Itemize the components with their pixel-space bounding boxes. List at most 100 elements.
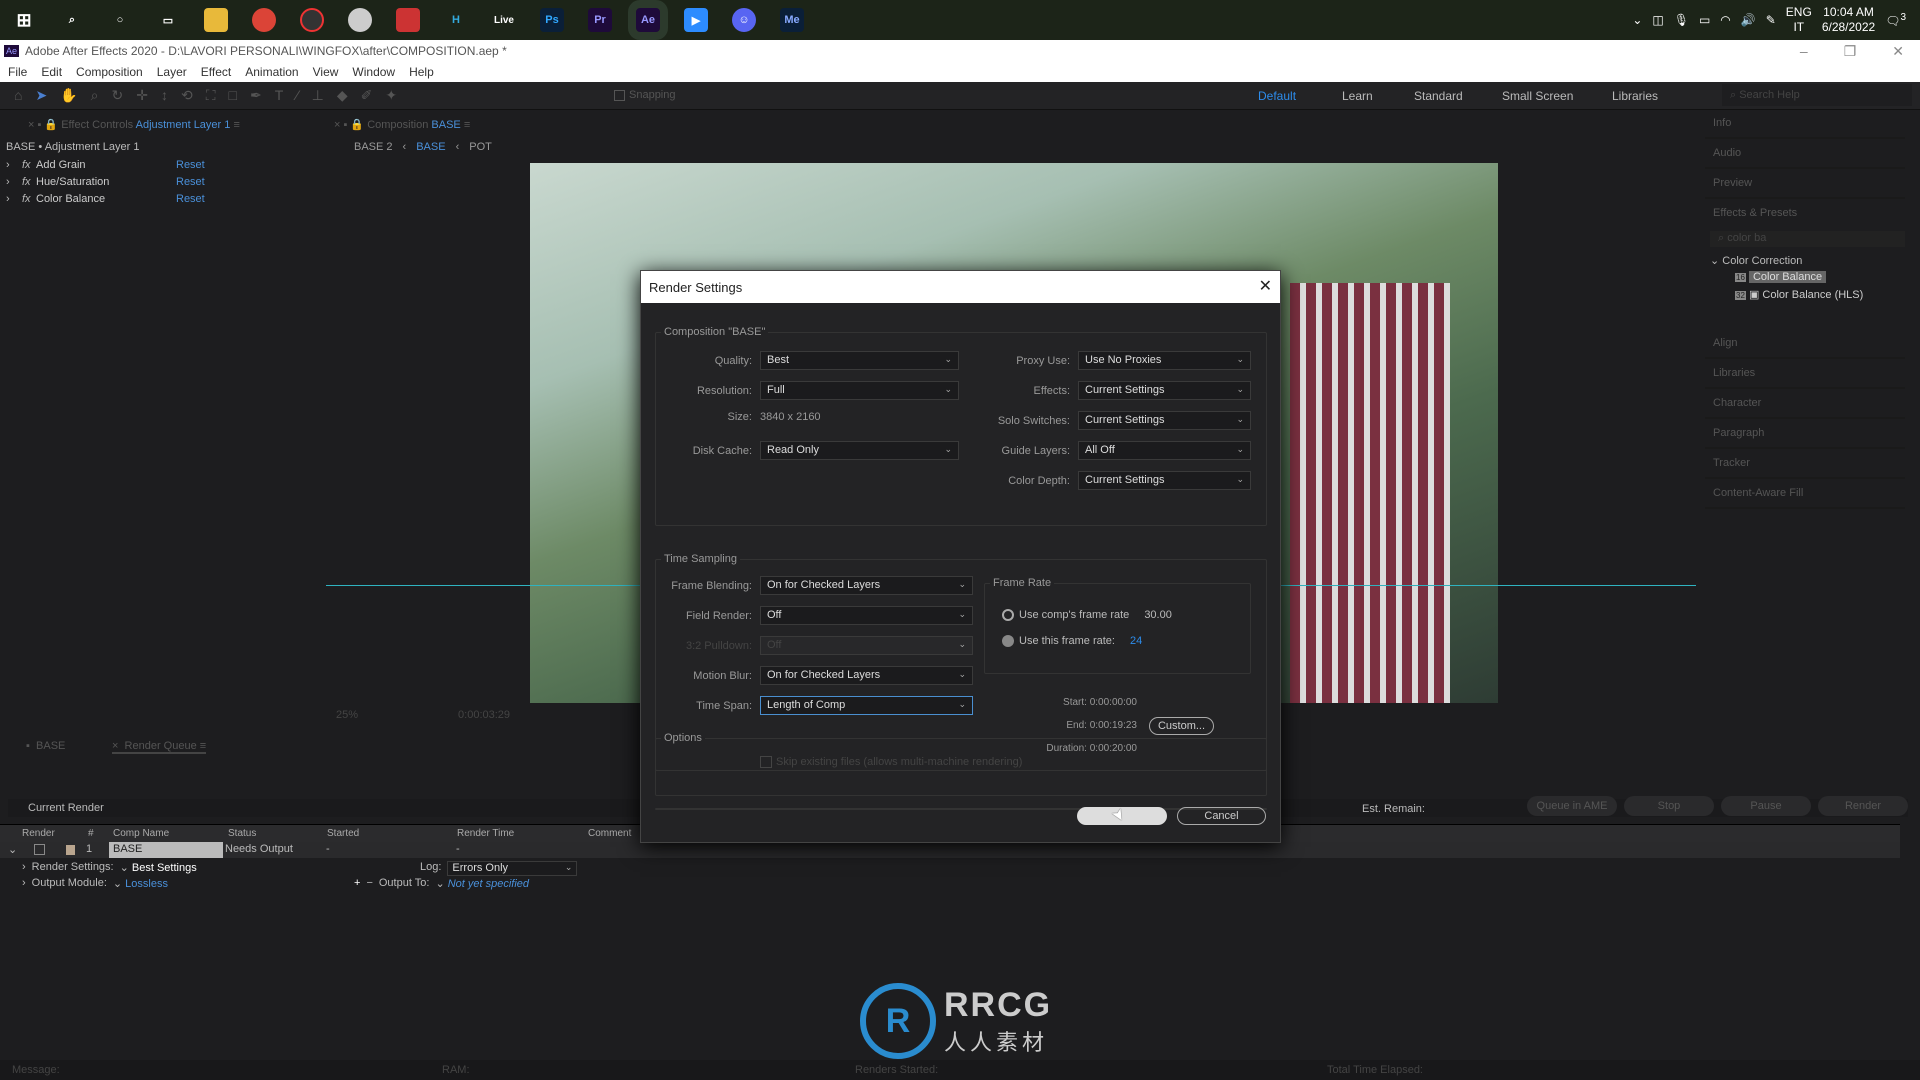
motion-blur-dropdown[interactable]: On for Checked Layers ⌄ — [760, 666, 973, 685]
close-window-button[interactable]: ✕ — [1892, 43, 1904, 60]
microphone-icon[interactable]: 🎙 — [1674, 13, 1689, 27]
category-color-correction[interactable]: ⌄ Color Correction — [1710, 254, 1802, 267]
effects-dropdown[interactable]: Current Settings ⌄ — [1078, 381, 1251, 400]
custom-button[interactable]: Custom... — [1149, 717, 1214, 735]
add-output-button[interactable]: + — [354, 877, 360, 890]
notifications-icon[interactable]: 🗨3 — [1885, 12, 1906, 28]
volume-icon[interactable]: 🔊 — [1741, 13, 1756, 27]
zoom-tool-icon[interactable]: ⌕ — [91, 87, 99, 104]
output-module-dropdown[interactable]: ⌄ Lossless — [113, 877, 168, 890]
tab-render-queue[interactable]: × Render Queue ≡ — [112, 740, 207, 754]
render-button[interactable]: Render — [1818, 796, 1908, 816]
anchor-tool-icon[interactable]: ✛ — [136, 87, 148, 104]
houdini-icon[interactable]: H — [444, 8, 468, 32]
log-dropdown[interactable]: Errors Only ⌄ — [447, 861, 578, 876]
camera-icon[interactable]: ◫ — [1652, 13, 1663, 27]
workspace-small-screen[interactable]: Small Screen — [1502, 89, 1573, 103]
panel-paragraph[interactable]: Paragraph — [1705, 421, 1905, 449]
task-view-icon[interactable]: ▭ — [156, 8, 180, 32]
menu-file[interactable]: File — [8, 65, 27, 79]
puppet-pin-icon[interactable]: ✦ — [385, 87, 397, 104]
search-icon[interactable]: ⌕ — [60, 8, 84, 32]
rectangle-tool-icon[interactable]: □ — [229, 87, 237, 104]
menu-help[interactable]: Help — [409, 65, 434, 79]
field-render-dropdown[interactable]: Off ⌄ — [760, 606, 973, 625]
panel-character[interactable]: Character — [1705, 391, 1905, 419]
discord-icon[interactable]: ☺ — [732, 8, 756, 32]
disk-cache-dropdown[interactable]: Read Only ⌄ — [760, 441, 959, 460]
use-comp-frame-rate-radio[interactable]: Use comp's frame rate 30.00 — [1002, 609, 1172, 621]
restore-button[interactable]: ❐ — [1844, 43, 1857, 60]
queue-in-ame-button[interactable]: Queue in AME — [1527, 796, 1617, 816]
expand-icon[interactable]: ⌄ — [8, 843, 17, 856]
wifi-icon[interactable]: ◠ — [1720, 13, 1730, 27]
pen-icon[interactable]: ✎ — [1766, 13, 1776, 27]
render-checkbox[interactable] — [34, 844, 45, 855]
pause-button[interactable]: Pause — [1721, 796, 1811, 816]
resolution-dropdown[interactable]: Full ⌄ — [760, 381, 959, 400]
panel-libraries[interactable]: Libraries — [1705, 361, 1905, 389]
camera-tool-icon[interactable]: ⟲ — [181, 87, 193, 104]
eraser-icon[interactable]: ◆ — [337, 87, 348, 104]
effect-row[interactable]: › fx Hue/Saturation Reset — [6, 176, 306, 193]
panel-align[interactable]: Align — [1705, 331, 1905, 359]
zoom-level[interactable]: 25% — [336, 709, 358, 721]
hand-tool-icon[interactable]: ✋ — [60, 87, 77, 104]
windows-start-icon[interactable]: ⊞ — [12, 8, 36, 32]
menu-layer[interactable]: Layer — [157, 65, 187, 79]
minimize-button[interactable]: – — [1800, 43, 1808, 60]
menu-edit[interactable]: Edit — [41, 65, 62, 79]
color-depth-dropdown[interactable]: Current Settings ⌄ — [1078, 471, 1251, 490]
row-comp-name[interactable]: BASE — [109, 842, 223, 858]
file-explorer-icon[interactable] — [204, 8, 228, 32]
effect-row[interactable]: › fx Add Grain Reset — [6, 159, 306, 176]
search-help-input[interactable]: ⌕ Search Help — [1722, 84, 1912, 106]
solo-switches-dropdown[interactable]: Current Settings ⌄ — [1078, 411, 1251, 430]
language-indicator[interactable]: ENG IT — [1786, 5, 1812, 35]
snapping-checkbox[interactable] — [614, 89, 625, 101]
reset-link[interactable]: Reset — [176, 176, 205, 193]
breadcrumb-base[interactable]: BASE — [416, 141, 445, 153]
col-render[interactable]: Render — [22, 828, 55, 839]
workspace-learn[interactable]: Learn — [1342, 89, 1373, 103]
cinema4d-icon[interactable] — [348, 8, 372, 32]
col-comment[interactable]: Comment — [588, 828, 631, 839]
ableton-live-icon[interactable]: Live — [492, 8, 516, 32]
selection-tool-icon[interactable]: ➤ — [35, 87, 47, 104]
use-this-frame-rate-radio[interactable]: Use this frame rate: 24 — [1002, 635, 1142, 647]
mask-tool-icon[interactable]: ⛶ — [206, 87, 216, 104]
opera-gx-icon[interactable] — [300, 8, 324, 32]
app-icon[interactable] — [396, 8, 420, 32]
col-comp-name[interactable]: Comp Name — [113, 828, 169, 839]
media-encoder-icon[interactable]: Me — [780, 8, 804, 32]
workspace-standard[interactable]: Standard — [1414, 89, 1463, 103]
panel-tracker[interactable]: Tracker — [1705, 451, 1905, 479]
panel-info[interactable]: Info — [1705, 111, 1905, 139]
render-settings-dropdown[interactable]: ⌄ Best Settings — [120, 861, 197, 874]
chrome-icon[interactable] — [252, 8, 276, 32]
frame-rate-input[interactable]: 24 — [1130, 635, 1142, 647]
stop-button[interactable]: Stop — [1624, 796, 1714, 816]
tab-base[interactable]: ▪ BASE — [26, 740, 65, 752]
panel-preview[interactable]: Preview — [1705, 171, 1905, 199]
zoom-icon[interactable]: ▶ — [684, 8, 708, 32]
after-effects-icon[interactable]: Ae — [628, 0, 668, 40]
clock[interactable]: 10:04 AM 6/28/2022 — [1822, 5, 1875, 35]
menu-window[interactable]: Window — [352, 65, 395, 79]
effect-row[interactable]: › fx Color Balance Reset — [6, 193, 306, 210]
composition-tab[interactable]: × ▪ 🔒 Composition BASE ≡ — [334, 118, 470, 131]
effect-color-balance[interactable]: 16 Color Balance — [1735, 271, 1827, 283]
frame-blending-dropdown[interactable]: On for Checked Layers ⌄ — [760, 576, 973, 595]
panel-audio[interactable]: Audio — [1705, 141, 1905, 169]
panel-content-aware-fill[interactable]: Content-Aware Fill — [1705, 481, 1905, 509]
reset-link[interactable]: Reset — [176, 159, 205, 176]
menu-animation[interactable]: Animation — [245, 65, 298, 79]
col-status[interactable]: Status — [228, 828, 256, 839]
menu-composition[interactable]: Composition — [76, 65, 143, 79]
photoshop-icon[interactable]: Ps — [540, 8, 564, 32]
proxy-use-dropdown[interactable]: Use No Proxies ⌄ — [1078, 351, 1251, 370]
reset-link[interactable]: Reset — [176, 193, 205, 210]
breadcrumb-pot[interactable]: POT — [469, 141, 492, 153]
pen-tool-icon[interactable]: ✒ — [250, 87, 262, 104]
col-render-time[interactable]: Render Time — [457, 828, 514, 839]
